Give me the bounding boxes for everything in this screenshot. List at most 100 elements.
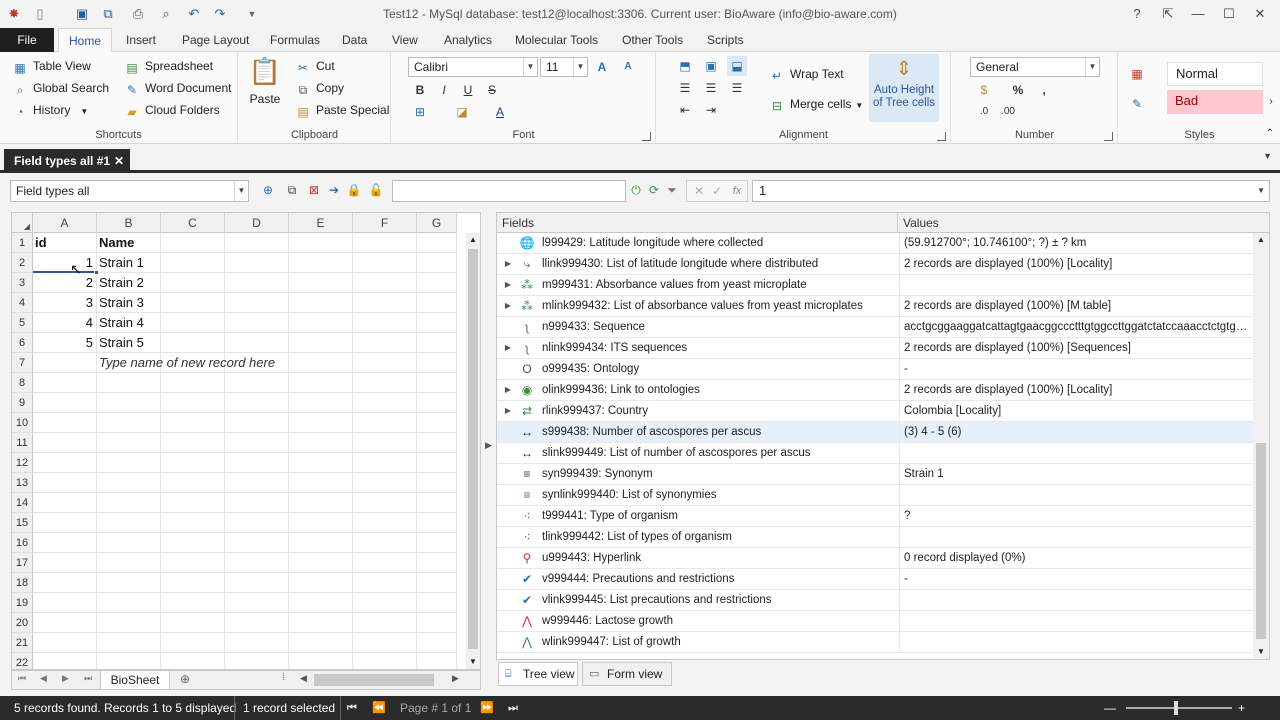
grid-cell[interactable] <box>289 233 353 253</box>
scroll-left-icon[interactable]: ◀ <box>300 673 307 684</box>
cell-id[interactable]: 2 <box>33 273 97 293</box>
global-search-button[interactable]: ⌕ Global Search <box>12 78 109 98</box>
scroll-down-icon[interactable]: ▼ <box>1253 645 1269 659</box>
grow-font-icon[interactable]: A <box>592 57 612 77</box>
grid-cell[interactable] <box>289 573 353 593</box>
field-row[interactable]: 🌐 l999429: Latitude longitude where colle… <box>497 233 1253 254</box>
font-size-select[interactable]: 11 ▼ <box>540 57 588 77</box>
tab-form-view[interactable]: ▭ Form view <box>582 662 672 686</box>
prev-page-icon[interactable]: ⏪ <box>372 696 386 720</box>
undo-icon[interactable]: ↶ <box>184 5 204 23</box>
grid-cell[interactable] <box>225 613 289 633</box>
grid-cell[interactable] <box>97 553 161 573</box>
grid-cell[interactable] <box>161 513 225 533</box>
customize-toolbar-icon[interactable]: ▼ <box>242 5 262 23</box>
header-cell-id[interactable]: id <box>33 233 97 253</box>
grid-cell[interactable] <box>353 493 417 513</box>
field-row[interactable]: ▶ ʅ nlink999434: ITS sequences 2 records ar… <box>497 338 1253 359</box>
underline-icon[interactable]: U <box>458 80 478 100</box>
grid-cell[interactable] <box>33 433 97 453</box>
cell-name[interactable]: Strain 2 <box>97 273 161 293</box>
grid-cell[interactable] <box>161 373 225 393</box>
grid-cell[interactable] <box>33 513 97 533</box>
grid-cell[interactable] <box>225 633 289 653</box>
grid-cell[interactable] <box>417 513 457 533</box>
grid-cell[interactable] <box>289 533 353 553</box>
grid-cell[interactable] <box>417 593 457 613</box>
grid-cell[interactable] <box>417 613 457 633</box>
grid-cell[interactable] <box>161 613 225 633</box>
lock-icon[interactable]: 🔒 <box>344 180 364 200</box>
grid-cell[interactable] <box>417 353 457 373</box>
field-value[interactable] <box>899 611 1251 631</box>
grid-cell[interactable] <box>289 473 353 493</box>
grid-cell[interactable] <box>289 553 353 573</box>
field-row[interactable]: ⋀ wlink999447: List of growth <box>497 632 1253 653</box>
grid-cell[interactable] <box>289 653 353 669</box>
expand-arrow-icon[interactable]: ▶ <box>503 275 513 295</box>
field-value[interactable]: - <box>899 569 1251 589</box>
grid-cell[interactable] <box>353 573 417 593</box>
styles-more-icon[interactable]: › <box>1265 90 1277 114</box>
grid-cell[interactable] <box>161 453 225 473</box>
field-value[interactable] <box>899 443 1251 463</box>
column-header-d[interactable]: D <box>225 213 289 233</box>
font-name-select[interactable]: Calibri ▼ <box>408 57 538 77</box>
cell-name[interactable]: Strain 4 <box>97 313 161 333</box>
copy-button[interactable]: ⧉ Copy <box>295 78 344 98</box>
grid-cell[interactable] <box>97 613 161 633</box>
grid-cell[interactable] <box>289 453 353 473</box>
paste-special-button[interactable]: ▤ Paste Special <box>295 100 389 120</box>
grid-cell[interactable] <box>289 613 353 633</box>
row-header[interactable]: 10 <box>12 413 33 433</box>
cell-name[interactable]: Strain 1 <box>97 253 161 273</box>
grid-cell[interactable] <box>417 453 457 473</box>
style-bad[interactable]: Bad <box>1167 90 1263 114</box>
field-row[interactable]: ▶ ⇄ rlink999437: Country Colombia [Locality… <box>497 401 1253 422</box>
field-row[interactable]: ▶ ⁂ m999431: Absorbance values from yeast … <box>497 275 1253 296</box>
grid-cell[interactable] <box>417 493 457 513</box>
column-header-f[interactable]: F <box>353 213 417 233</box>
grid-cell[interactable] <box>97 393 161 413</box>
scroll-down-icon[interactable]: ▼ <box>466 655 480 669</box>
field-row[interactable]: ⚲ u999443: Hyperlink 0 record displayed (0… <box>497 548 1253 569</box>
window-menu-icon[interactable]: ▯ <box>30 5 50 23</box>
field-row[interactable]: Oo999435: Ontology - <box>497 359 1253 380</box>
add-record-icon[interactable]: ⊕ <box>258 180 278 200</box>
row-header[interactable]: 7 <box>12 353 33 373</box>
grid-cell[interactable] <box>417 633 457 653</box>
row-header[interactable]: 9 <box>12 393 33 413</box>
grid-cell[interactable] <box>289 493 353 513</box>
grid-cell[interactable] <box>161 573 225 593</box>
sheet-tab-biosheet[interactable]: BioSheet <box>100 670 170 690</box>
grid-cell[interactable] <box>161 393 225 413</box>
last-sheet-icon[interactable]: ⏭ <box>84 673 92 684</box>
auto-height-button[interactable]: ⇕ Auto Height of Tree cells <box>869 54 939 122</box>
field-row[interactable]: ⋀ w999446: Lactose growth <box>497 611 1253 632</box>
grid-cell[interactable] <box>353 233 417 253</box>
decrease-indent-icon[interactable]: ⇤ <box>675 100 695 120</box>
grid-cell[interactable] <box>97 653 161 669</box>
fill-handle[interactable] <box>94 270 99 275</box>
field-row[interactable]: ▶ ⁂ mlink999432: List of absorbance values… <box>497 296 1253 317</box>
grid-cell[interactable] <box>33 393 97 413</box>
grid-cell[interactable] <box>289 433 353 453</box>
grid-cell[interactable] <box>225 473 289 493</box>
grid-cell[interactable] <box>353 413 417 433</box>
grid-cell[interactable] <box>225 573 289 593</box>
next-sheet-icon[interactable]: ▶ <box>62 673 69 684</box>
grid-cell[interactable] <box>417 473 457 493</box>
history-button[interactable]: ◔ History ▼ <box>12 100 88 120</box>
field-row[interactable]: ↔ slink999449: List of number of ascospor… <box>497 443 1253 464</box>
field-row[interactable]: ≡ syn999439: Synonym Strain 1 <box>497 464 1253 485</box>
grid-cell[interactable] <box>353 473 417 493</box>
field-value[interactable]: (59.912700°; 10.746100°; ?) ± ? km <box>899 233 1251 253</box>
align-middle-icon[interactable]: ▣ <box>701 56 721 76</box>
grid-cell[interactable] <box>417 573 457 593</box>
grid-cell[interactable] <box>353 533 417 553</box>
cell-name[interactable]: Strain 5 <box>97 333 161 353</box>
grid-cell[interactable] <box>353 293 417 313</box>
grid-cell[interactable] <box>353 333 417 353</box>
grid-cell[interactable] <box>417 333 457 353</box>
field-row[interactable]: ⁖ tlink999442: List of types of organism <box>497 527 1253 548</box>
